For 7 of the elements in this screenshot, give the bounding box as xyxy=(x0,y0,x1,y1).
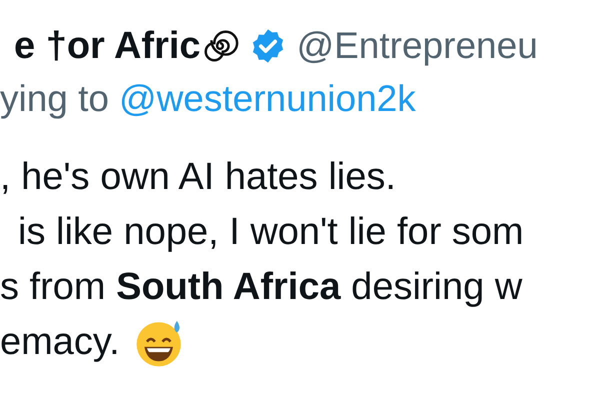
tweet-text: , he's own AI hates lies. xyxy=(0,156,396,199)
replying-to-label: ying to xyxy=(0,78,110,119)
tweet-text: s from South Africa desiring w xyxy=(0,266,522,309)
author-handle[interactable]: @Entrepreneu xyxy=(296,25,538,67)
tweet-text: is like nope, I won't lie for som xyxy=(18,211,524,254)
author-name[interactable]: e †or Afric xyxy=(14,24,201,68)
tweet-text: emacy. xyxy=(0,321,120,364)
